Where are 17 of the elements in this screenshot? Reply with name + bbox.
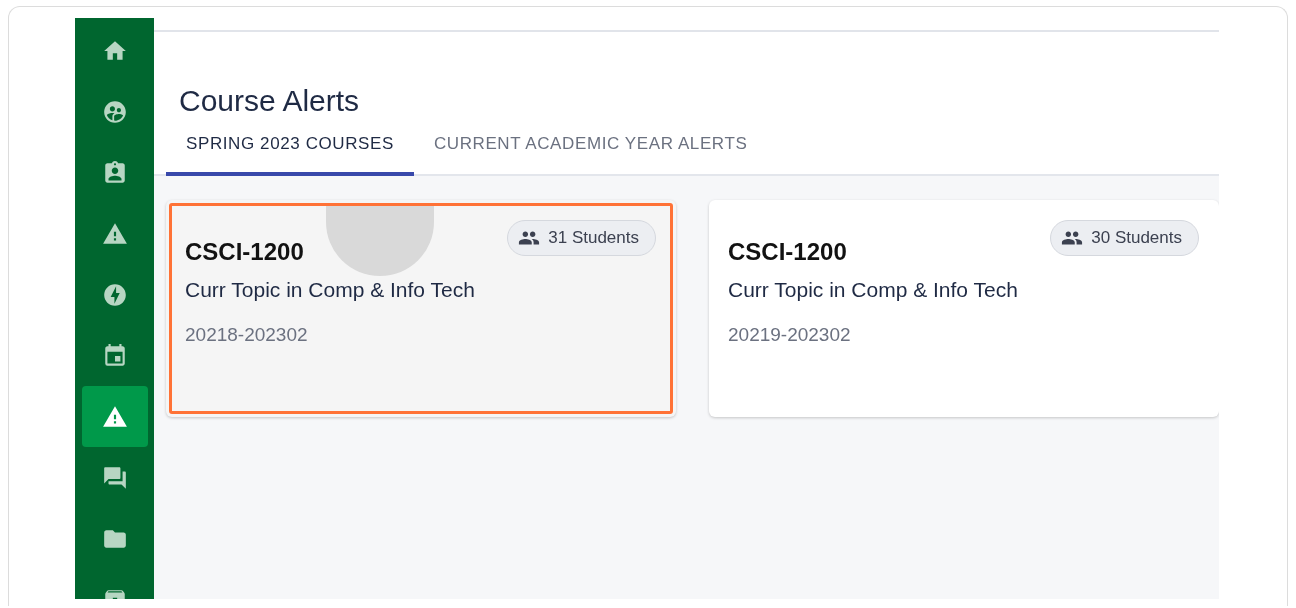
course-card[interactable]: 30 Students CSCI-1200 Curr Topic in Comp & Info Tech 20219-202302 bbox=[709, 200, 1219, 417]
course-term: 20218-202302 bbox=[185, 324, 309, 346]
student-count: 31 Students bbox=[548, 228, 639, 248]
people-icon bbox=[101, 98, 128, 125]
tab[interactable]: CURRENT ACADEMIC YEAR ALERTS bbox=[413, 124, 768, 176]
tab[interactable]: SPRING 2023 COURSES bbox=[166, 124, 414, 176]
course-code: CSCI-1200 bbox=[728, 238, 848, 266]
course-name: Curr Topic in Comp & Info Tech bbox=[185, 278, 476, 302]
bolt-icon bbox=[101, 281, 128, 308]
course-card[interactable]: 31 Students CSCI-1200 Curr Topic in Comp & Info Tech 20218-202302 bbox=[166, 200, 676, 417]
course-name: Curr Topic in Comp & Info Tech bbox=[728, 278, 1019, 302]
student-count: 30 Students bbox=[1091, 228, 1182, 248]
course-term: 20219-202302 bbox=[728, 324, 852, 346]
page-title: Course Alerts bbox=[179, 84, 361, 118]
sidebar-item[interactable] bbox=[81, 386, 148, 447]
course-code: CSCI-1200 bbox=[185, 238, 305, 266]
chat-icon bbox=[101, 464, 128, 491]
